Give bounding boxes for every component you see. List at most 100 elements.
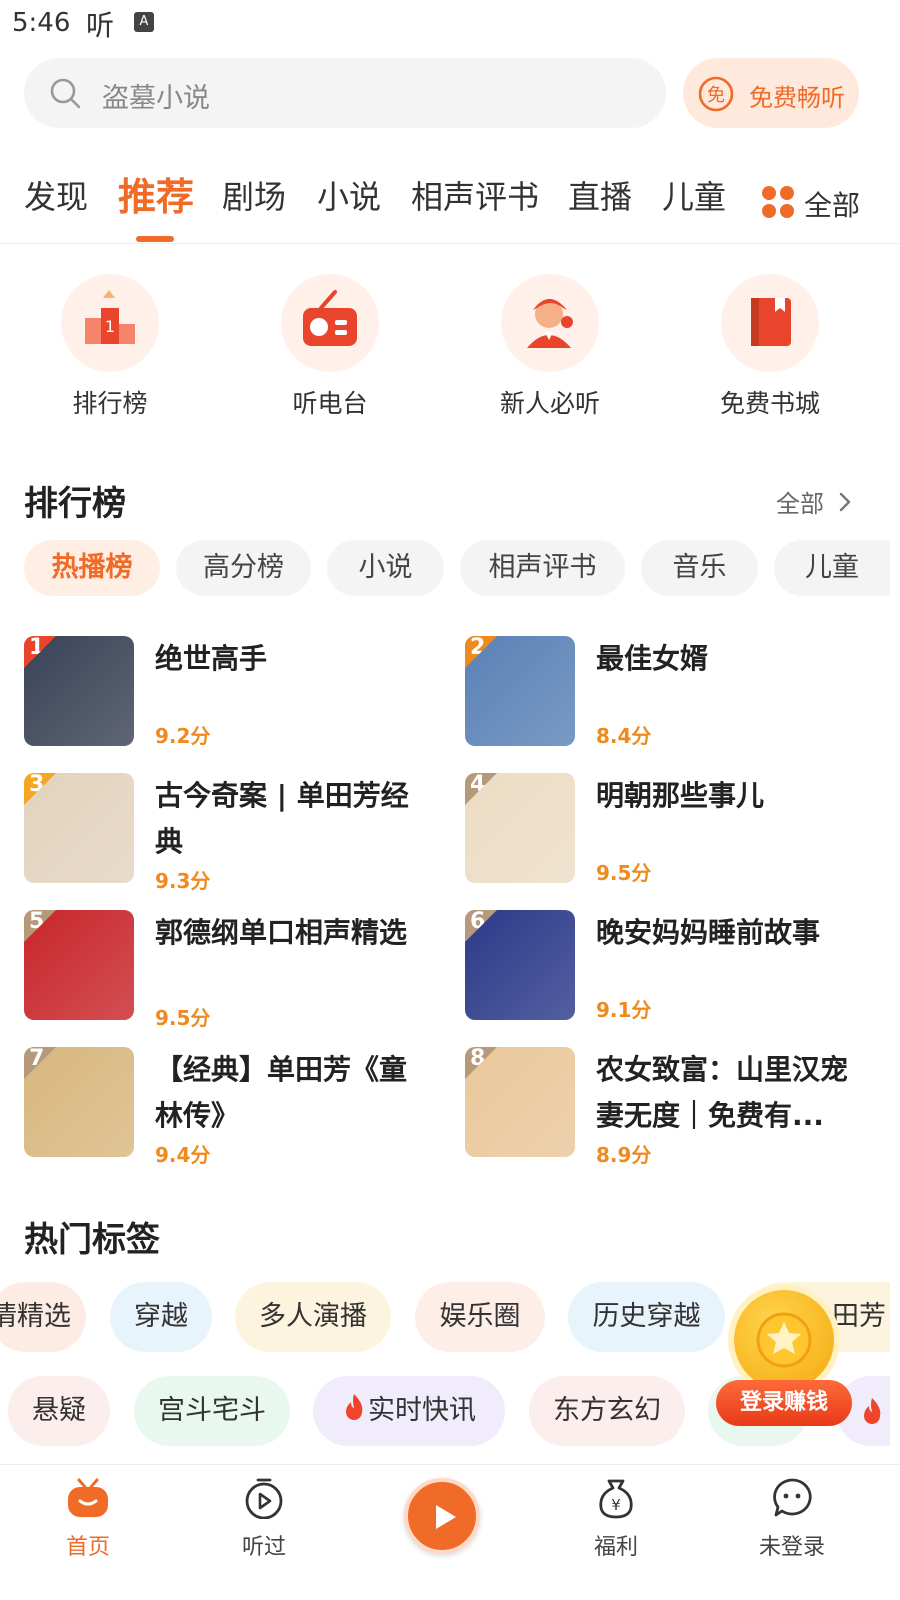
rank-badge: 3 xyxy=(24,773,56,805)
rank-item[interactable]: 1 绝世高手 9.2分 xyxy=(24,636,444,748)
nav-home[interactable]: 首页 xyxy=(28,1477,148,1561)
book-cover: 2 xyxy=(465,636,575,746)
tag-mystery[interactable]: 悬疑 xyxy=(8,1376,110,1446)
rank-number: 2 xyxy=(470,636,486,660)
free-listen-button[interactable]: 免 免费畅听 xyxy=(683,58,859,128)
quick-entry-rank-label: 排行榜 xyxy=(72,389,148,418)
tab-live[interactable]: 直播 xyxy=(568,172,632,218)
status-time: 5:46 xyxy=(12,8,71,38)
chip-top-rated[interactable]: 高分榜 xyxy=(176,540,311,596)
rank-item[interactable]: 3 古今奇案 | 单田芳经典 9.3分 xyxy=(24,773,444,893)
app-notification-icon: 听 xyxy=(86,9,115,42)
coin-reward-button[interactable] xyxy=(734,1290,834,1390)
rank-item-score: 8.4分 xyxy=(596,724,652,748)
tab-novel[interactable]: 小说 xyxy=(317,172,381,218)
quick-entry-radio-label: 听电台 xyxy=(292,389,368,418)
hot-tags-title: 热门标签 xyxy=(24,1220,160,1260)
login-earn-button[interactable]: 登录赚钱 xyxy=(716,1380,852,1426)
nav-welfare[interactable]: ¥ 福利 xyxy=(556,1477,676,1561)
rank-number: 1 xyxy=(29,636,45,660)
chip-novel[interactable]: 小说 xyxy=(327,540,444,596)
free-icon: 免 xyxy=(697,75,735,117)
rank-item-title: 古今奇案 | 单田芳经典 xyxy=(155,779,409,858)
ranking-title: 排行榜 xyxy=(24,484,126,524)
quick-entry-rank[interactable]: 1 排行榜 xyxy=(0,274,220,424)
quick-entry-free-books[interactable]: 免费书城 xyxy=(660,274,880,424)
tag-history-travel[interactable]: 历史穿越 xyxy=(568,1282,725,1352)
chip-hot[interactable]: 热播榜 xyxy=(24,540,160,596)
nav-history-label: 听过 xyxy=(241,1535,286,1560)
rank-badge: 6 xyxy=(465,910,497,942)
rank-badge: 5 xyxy=(24,910,56,942)
tag-selected[interactable]: 情精选 xyxy=(0,1282,86,1352)
rank-badge: 7 xyxy=(24,1047,56,1079)
tag-multi-cast[interactable]: 多人演播 xyxy=(235,1282,391,1352)
rank-item[interactable]: 7 【经典】单田芳《童林传》 9.4分 xyxy=(24,1047,444,1167)
book-cover: 5 xyxy=(24,910,134,1020)
nav-history[interactable]: 听过 xyxy=(204,1477,324,1561)
active-tab-indicator xyxy=(136,236,174,242)
rank-item[interactable]: 8 农女致富：山里汉宠妻无度｜免费有... 8.9分 xyxy=(465,1047,885,1167)
rank-badge: 2 xyxy=(465,636,497,668)
rank-item-title: 绝世高手 xyxy=(155,642,268,675)
rank-item[interactable]: 5 郭德纲单口相声精选 9.5分 xyxy=(24,910,444,1030)
rank-item-score: 9.2分 xyxy=(155,724,211,748)
tag-entertainment[interactable]: 娱乐圈 xyxy=(415,1282,545,1352)
quick-entry-free-books-label: 免费书城 xyxy=(719,389,820,418)
newbie-icon xyxy=(501,274,599,372)
chip-crosstalk[interactable]: 相声评书 xyxy=(460,540,625,596)
tab-crosstalk[interactable]: 相声评书 xyxy=(411,172,539,218)
tag-eastern-fantasy[interactable]: 东方玄幻 xyxy=(529,1376,685,1446)
notification-badge-icon: A xyxy=(134,12,154,32)
chip-kids[interactable]: 儿童 xyxy=(774,540,890,596)
svg-text:1: 1 xyxy=(105,317,115,336)
rank-number: 7 xyxy=(29,1047,45,1071)
book-icon xyxy=(721,274,819,372)
rank-number: 3 xyxy=(29,773,45,797)
tag-palace[interactable]: 宫斗宅斗 xyxy=(134,1376,290,1446)
book-cover: 3 xyxy=(24,773,134,883)
tag-live-news[interactable]: 实时快讯 xyxy=(313,1376,505,1446)
book-cover: 1 xyxy=(24,636,134,746)
category-tabs: 发现 推荐 剧场 小说 相声评书 直播 儿童 全部 xyxy=(0,160,900,244)
rank-badge: 4 xyxy=(465,773,497,805)
rank-item-title: 晚安妈妈睡前故事 xyxy=(596,916,821,949)
rank-item-title: 农女致富：山里汉宠妻无度｜免费有... xyxy=(596,1053,849,1132)
nav-profile[interactable]: 未登录 xyxy=(732,1477,852,1561)
tag-live-news-label: 实时快讯 xyxy=(368,1395,476,1426)
rank-item-title: 最佳女婿 xyxy=(596,642,709,675)
search-bar[interactable]: 盗墓小说 xyxy=(24,58,666,128)
rank-badge: 1 xyxy=(24,636,56,668)
player-button[interactable] xyxy=(404,1478,480,1554)
quick-entry-radio[interactable]: 听电台 xyxy=(220,274,440,424)
profile-icon xyxy=(769,1478,815,1523)
search-icon xyxy=(48,76,82,114)
rank-number: 6 xyxy=(470,910,486,934)
radio-icon xyxy=(281,274,379,372)
chevron-right-icon xyxy=(838,491,852,519)
tab-discover[interactable]: 发现 xyxy=(24,172,88,218)
rank-item-title: 明朝那些事儿 xyxy=(596,779,765,812)
rank-item[interactable]: 4 明朝那些事儿 9.5分 xyxy=(465,773,885,885)
tab-kids[interactable]: 儿童 xyxy=(662,172,726,218)
book-cover: 6 xyxy=(465,910,575,1020)
quick-entry-newbie[interactable]: 新人必听 xyxy=(440,274,660,424)
tab-recommend[interactable]: 推荐 xyxy=(118,166,194,221)
rank-item-score: 9.5分 xyxy=(596,861,652,885)
nav-welfare-label: 福利 xyxy=(593,1535,638,1560)
search-placeholder: 盗墓小说 xyxy=(102,83,210,114)
tag-time-travel[interactable]: 穿越 xyxy=(110,1282,212,1352)
rank-number: 4 xyxy=(470,773,486,797)
rank-number: 8 xyxy=(470,1047,486,1071)
chip-music[interactable]: 音乐 xyxy=(641,540,758,596)
rank-item-score: 8.9分 xyxy=(596,1143,652,1167)
tab-theater[interactable]: 剧场 xyxy=(222,172,286,218)
rank-item[interactable]: 2 最佳女婿 8.4分 xyxy=(465,636,885,748)
grid-icon xyxy=(760,184,800,224)
home-icon xyxy=(65,1478,111,1523)
rank-item[interactable]: 6 晚安妈妈睡前故事 9.1分 xyxy=(465,910,885,1022)
ranking-more-link[interactable]: 全部 xyxy=(776,484,852,519)
rank-item-score: 9.5分 xyxy=(155,1006,211,1030)
all-categories-label: 全部 xyxy=(804,189,861,222)
welfare-icon: ¥ xyxy=(593,1479,639,1523)
